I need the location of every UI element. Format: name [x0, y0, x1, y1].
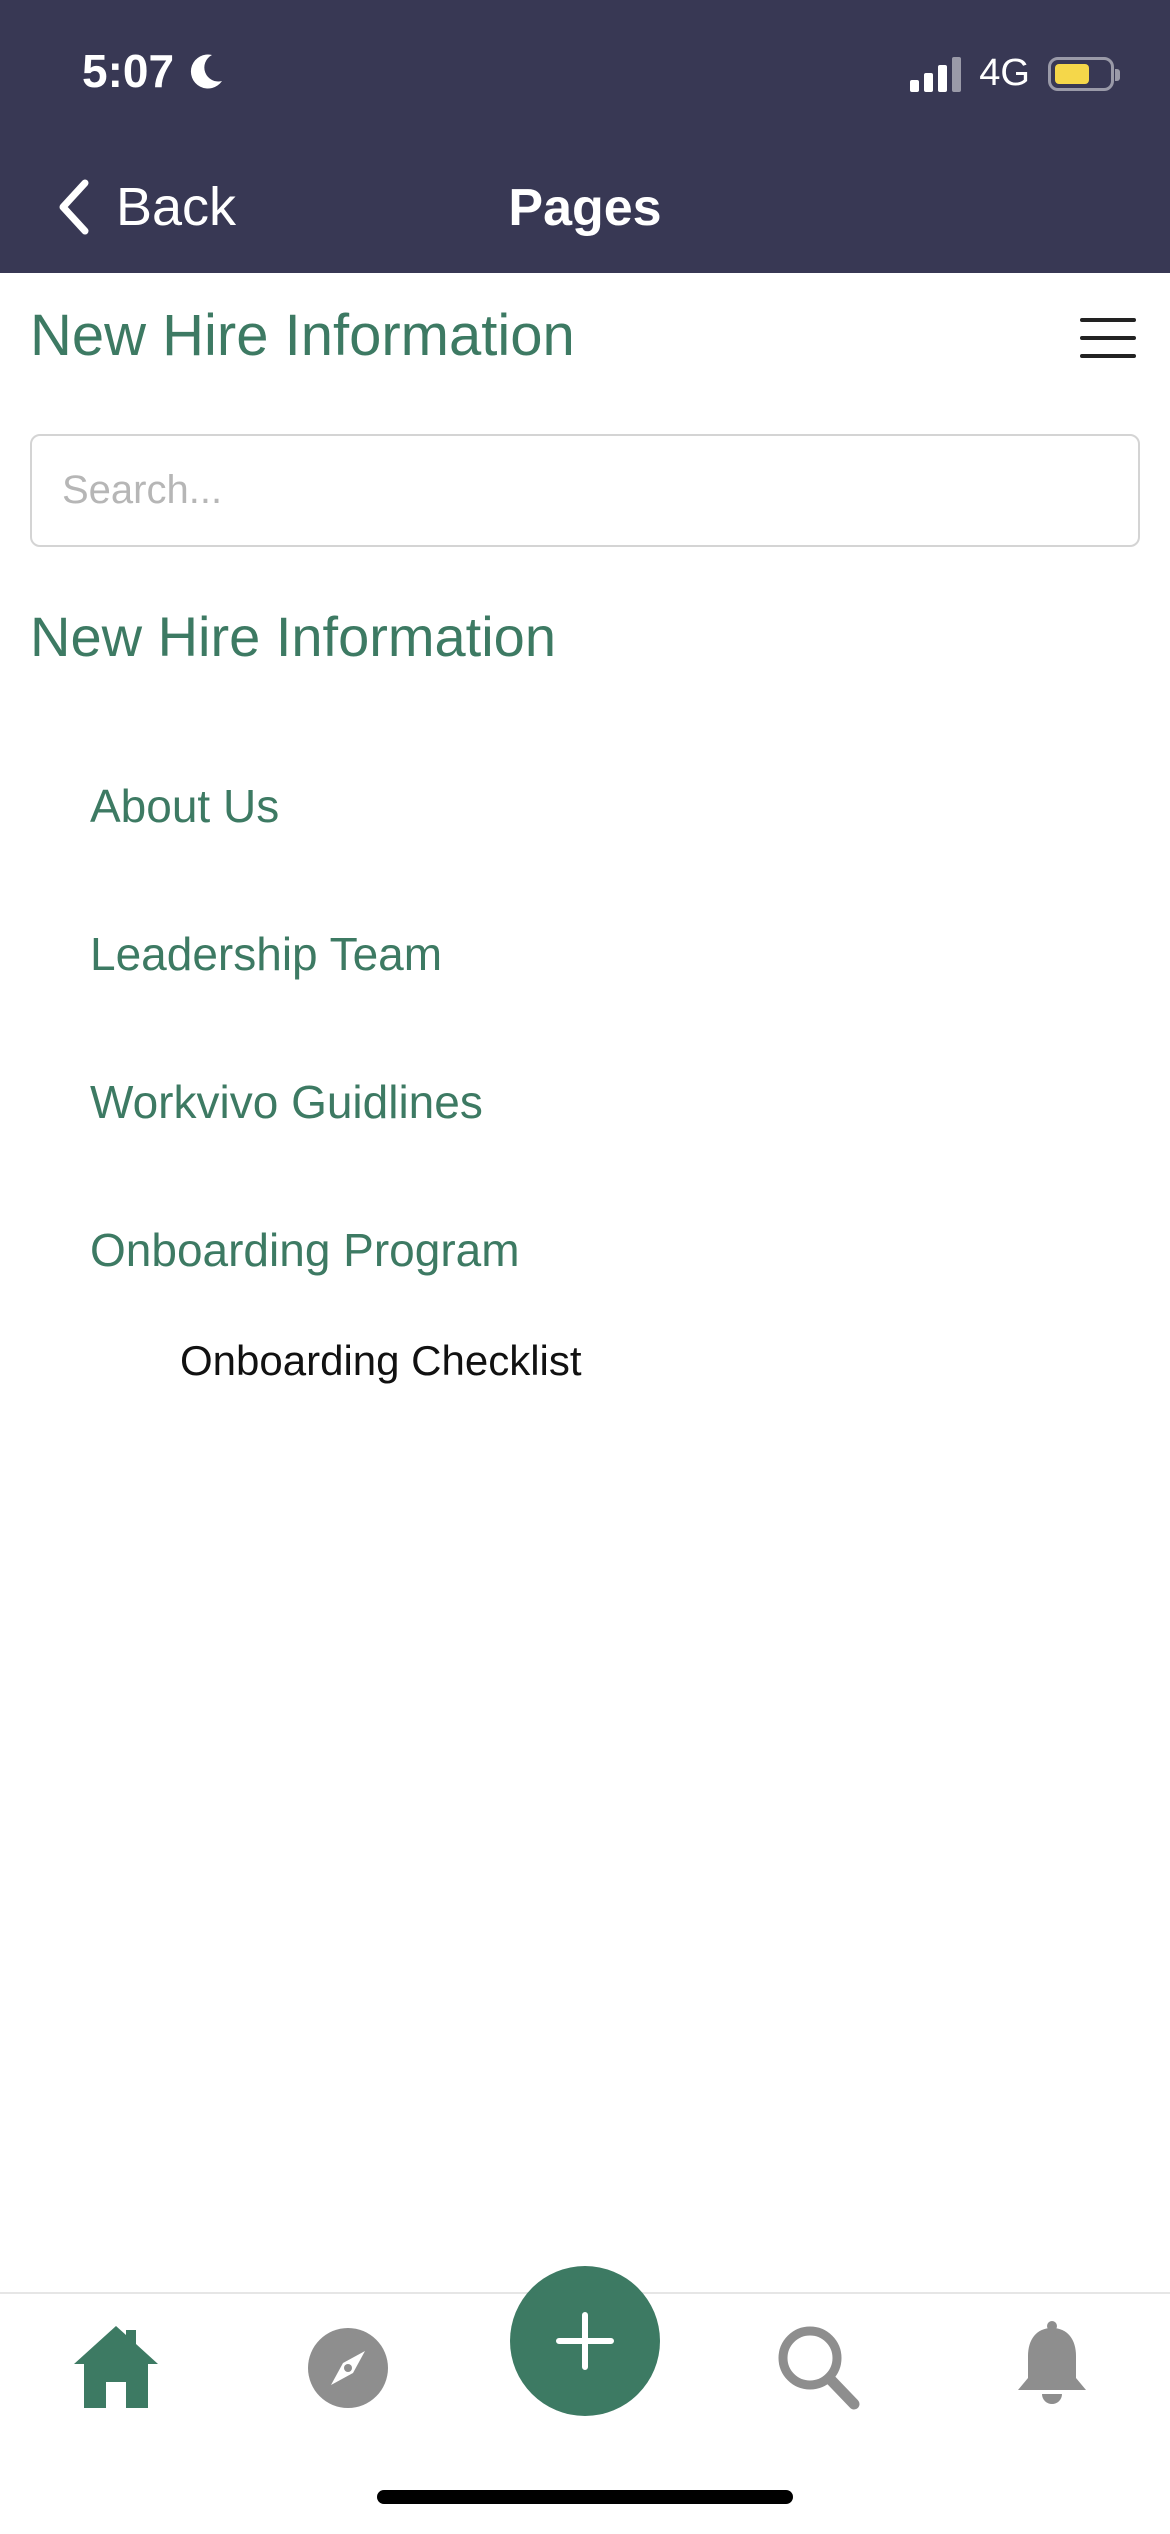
nav-title: Pages — [508, 179, 662, 237]
tab-search[interactable] — [776, 2322, 860, 2410]
page-link-about-us[interactable]: About Us — [90, 779, 279, 833]
search-input[interactable] — [30, 434, 1140, 547]
tab-home[interactable] — [70, 2322, 162, 2412]
section-title: New Hire Information — [30, 605, 556, 668]
home-indicator — [377, 2490, 793, 2504]
page-title: New Hire Information — [30, 303, 575, 368]
create-post-button[interactable] — [510, 2266, 660, 2416]
plus-icon — [556, 2312, 614, 2370]
page-link-onboarding-program[interactable]: Onboarding Program — [90, 1223, 520, 1277]
search-icon — [778, 2326, 860, 2410]
signal-icon — [910, 56, 962, 92]
tab-explore[interactable] — [307, 2327, 389, 2409]
status-bar-indicators: 4G — [910, 52, 1120, 95]
tab-notifications[interactable] — [1014, 2320, 1090, 2410]
status-bar-time: 5:07 — [82, 44, 226, 98]
page-link-workvivo-guidlines[interactable]: Workvivo Guidlines — [90, 1075, 483, 1129]
page-link-leadership-team[interactable]: Leadership Team — [90, 927, 442, 981]
compass-icon — [308, 2328, 388, 2408]
app-header: 5:07 4G Back Pages — [0, 0, 1170, 273]
battery-icon — [1048, 56, 1120, 91]
network-type: 4G — [979, 52, 1030, 94]
status-time-text: 5:07 — [82, 45, 175, 97]
page-link-onboarding-checklist[interactable]: Onboarding Checklist — [180, 1337, 582, 1385]
home-icon — [74, 2326, 158, 2408]
moon-icon — [190, 54, 223, 89]
bell-icon — [1018, 2321, 1086, 2404]
menu-icon[interactable] — [1080, 318, 1136, 358]
